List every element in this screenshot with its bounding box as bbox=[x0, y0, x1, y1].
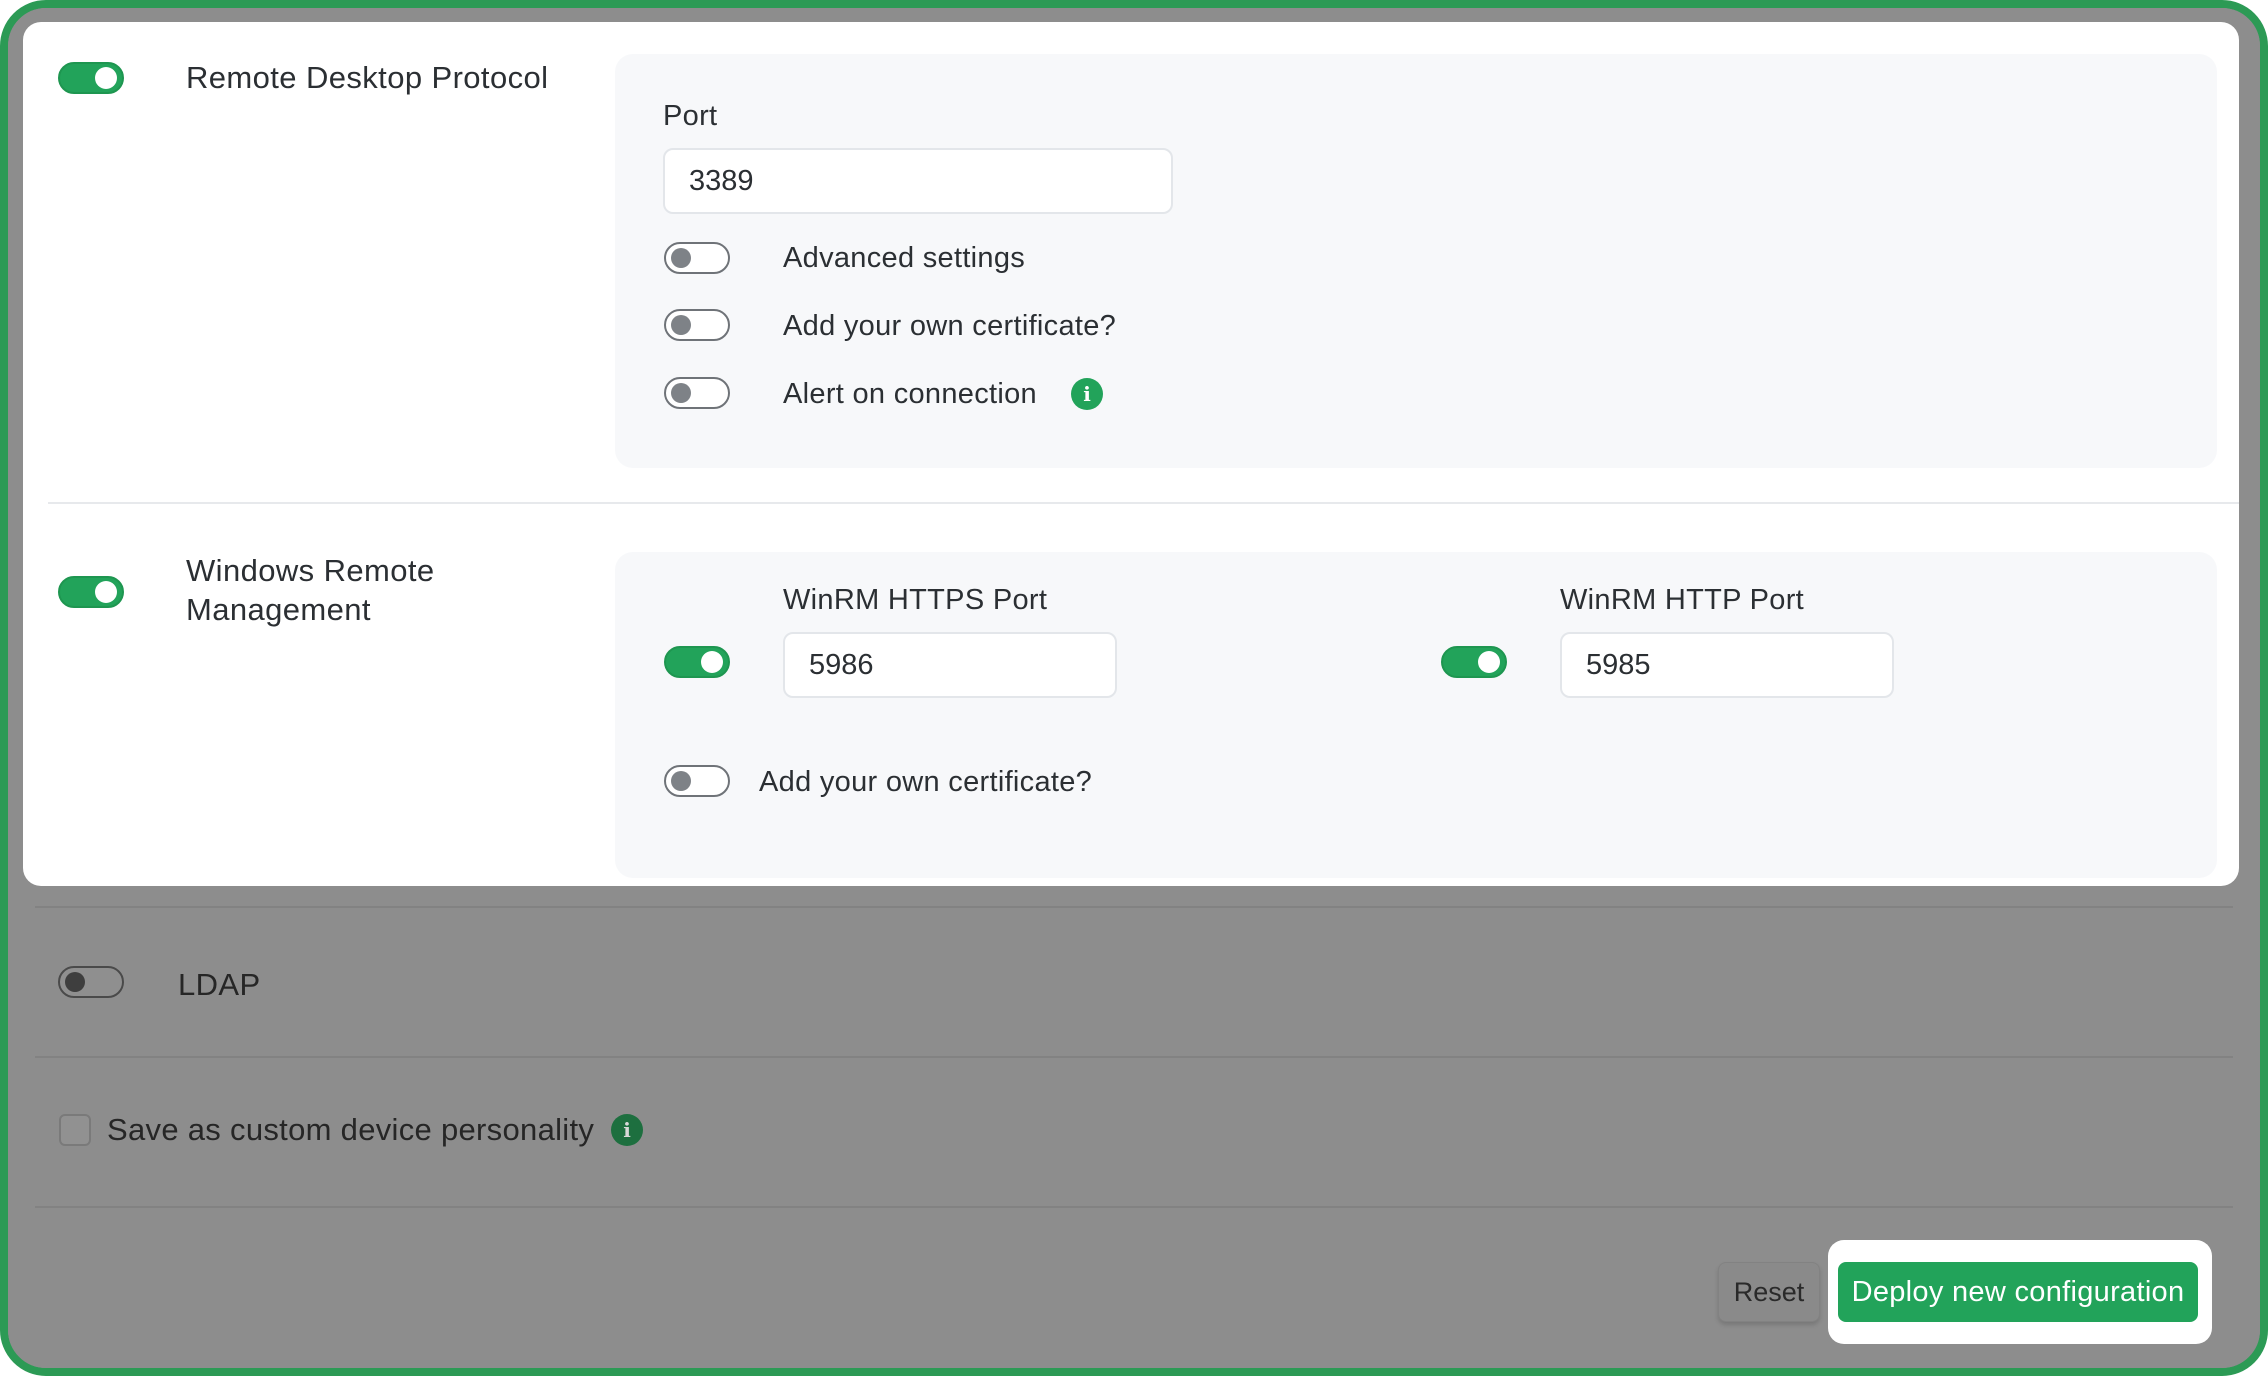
winrm-https-port-input[interactable] bbox=[783, 632, 1117, 698]
winrm-https-label: WinRM HTTPS Port bbox=[783, 584, 1048, 616]
port-label: Port bbox=[663, 100, 718, 132]
advanced-settings-toggle[interactable] bbox=[664, 242, 730, 274]
rdp-toggle[interactable] bbox=[58, 62, 124, 94]
alert-on-connection-label: Alert on connection bbox=[783, 378, 1037, 410]
winrm-title-line1: Windows Remote bbox=[186, 553, 435, 588]
rdp-certificate-toggle[interactable] bbox=[664, 309, 730, 341]
advanced-settings-label: Advanced settings bbox=[783, 242, 1026, 274]
save-personality-label: Save as custom device personality bbox=[107, 1112, 595, 1147]
ldap-toggle[interactable] bbox=[58, 966, 124, 998]
info-icon[interactable]: i bbox=[611, 1114, 643, 1146]
rdp-title: Remote Desktop Protocol bbox=[186, 60, 549, 95]
rdp-port-input[interactable] bbox=[663, 148, 1173, 214]
section-divider bbox=[48, 502, 2239, 504]
winrm-http-label: WinRM HTTP Port bbox=[1560, 584, 1805, 616]
winrm-http-port-input[interactable] bbox=[1560, 632, 1894, 698]
rdp-certificate-label: Add your own certificate? bbox=[783, 310, 1117, 342]
deploy-button-highlight: Deploy new configuration bbox=[1828, 1240, 2212, 1344]
divider bbox=[35, 906, 2233, 908]
app-frame: LDAP Save as custom device personality i… bbox=[0, 0, 2268, 1376]
winrm-toggle[interactable] bbox=[58, 576, 124, 608]
save-personality-checkbox[interactable] bbox=[59, 1114, 91, 1146]
divider bbox=[35, 1056, 2233, 1058]
ldap-title: LDAP bbox=[178, 967, 261, 1002]
deploy-button[interactable]: Deploy new configuration bbox=[1838, 1262, 2198, 1322]
winrm-certificate-toggle[interactable] bbox=[664, 765, 730, 797]
divider bbox=[35, 1206, 2233, 1208]
winrm-http-toggle[interactable] bbox=[1441, 646, 1507, 678]
reset-button[interactable]: Reset bbox=[1718, 1262, 1820, 1322]
rdp-settings-panel: Port Advanced settings Add your own cert… bbox=[615, 54, 2217, 468]
protocol-settings-card: Remote Desktop Protocol Port Advanced se… bbox=[23, 22, 2239, 886]
winrm-settings-panel: WinRM HTTPS Port WinRM HTTP Port Add you… bbox=[615, 552, 2217, 878]
winrm-https-toggle[interactable] bbox=[664, 646, 730, 678]
info-icon[interactable]: i bbox=[1071, 378, 1103, 410]
winrm-certificate-label: Add your own certificate? bbox=[759, 766, 1093, 798]
alert-on-connection-toggle[interactable] bbox=[664, 377, 730, 409]
winrm-title-line2: Management bbox=[186, 592, 371, 627]
